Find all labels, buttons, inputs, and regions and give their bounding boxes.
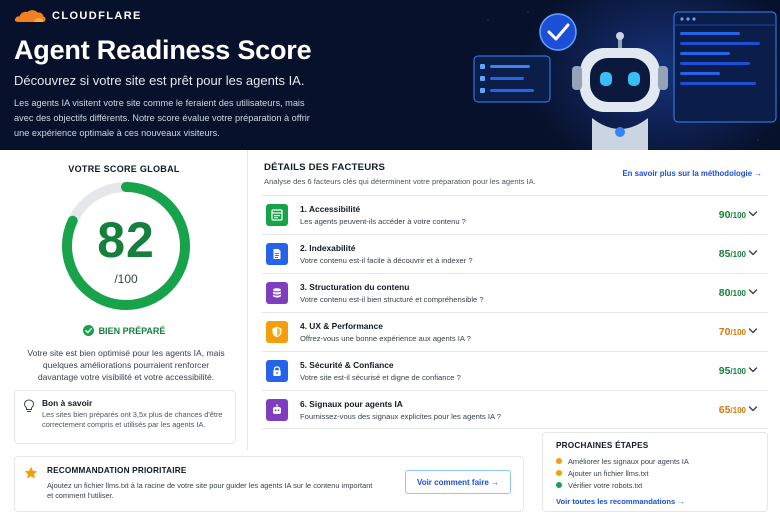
cloudflare-cloud-icon: [14, 10, 46, 22]
brand-logo[interactable]: CLOUDFLARE: [14, 9, 142, 23]
factor-score-value: 85: [718, 248, 731, 260]
chevron-down-icon[interactable]: [748, 405, 758, 413]
factor-text: 1. Accessibilité Les agents peuvent-ils a…: [300, 204, 719, 226]
factor-score: 95/100: [719, 365, 746, 377]
bullet-dot-icon: [556, 458, 562, 464]
factor-name: 4. UX & Performance: [300, 321, 383, 331]
score-description: Votre site est bien optimisé pour les ag…: [27, 348, 225, 382]
hero-description: Les agents IA visitent votre site comme …: [14, 98, 310, 138]
hero-banner: CLOUDFLARE Agent Readiness Score Découvr…: [0, 0, 780, 150]
next-step-label: Ajouter un fichier llms.txt: [568, 468, 649, 478]
next-steps-list: Améliorer les signaux pour agents IA Ajou…: [556, 455, 689, 491]
next-step-item: Ajouter un fichier llms.txt: [556, 467, 689, 479]
factor-row[interactable]: 3. Structuration du contenu Votre contenu…: [262, 273, 768, 312]
factor-name: 2. Indexabilité: [300, 243, 356, 253]
factor-text: 5. Sécurité & Confiance Votre site est-il…: [300, 360, 719, 382]
score-denominator: /100: [114, 272, 138, 286]
factor-question: Votre contenu est-il bien structuré et c…: [300, 295, 484, 304]
factor-text: 4. UX & Performance Offrez-vous une bonne…: [300, 321, 719, 343]
page-title: Agent Readiness Score: [14, 35, 312, 65]
bullet-dot-icon: [556, 470, 562, 476]
factor-list: 1. Accessibilité Les agents peuvent-ils a…: [262, 195, 768, 429]
overall-score-panel: VOTRE SCORE GLOBAL 82 /100 BIEN PRÉPARÉ …: [0, 150, 248, 450]
chevron-down-icon[interactable]: [748, 288, 758, 296]
factor-text: 2. Indexabilité Votre contenu est-il faci…: [300, 243, 719, 265]
factor-row[interactable]: 6. Signaux pour agents IA Fournissez-vous…: [262, 390, 768, 429]
next-steps-title: PROCHAINES ÉTAPES: [556, 441, 649, 450]
tip-text: Les sites bien préparés ont 3,5x plus de…: [42, 410, 223, 429]
check-circle-icon: [82, 325, 94, 336]
score-value: 82: [97, 212, 155, 268]
factors-title: DÉTAILS DES FACTEURS: [264, 162, 386, 173]
factor-question: Votre contenu est-il facile à découvrir …: [300, 256, 473, 265]
next-step-item: Vérifier votre robots.txt: [556, 479, 689, 491]
factors-subtitle: Analyse des 6 facteurs clés qui détermin…: [264, 177, 536, 186]
factor-score-value: 65: [718, 403, 731, 416]
factor-score-value: 70: [718, 326, 731, 338]
factor-score-denominator: /100: [730, 289, 746, 298]
factor-row[interactable]: 1. Accessibilité Les agents peuvent-ils a…: [262, 195, 768, 234]
recommendation-title: RECOMMANDATION PRIORITAIRE: [47, 466, 187, 475]
factor-score-denominator: /100: [730, 405, 746, 415]
star-icon: [24, 466, 38, 479]
factor-name: 3. Structuration du contenu: [300, 282, 410, 292]
score-title: VOTRE SCORE GLOBAL: [68, 164, 180, 174]
tip-title: Bon à savoir: [42, 398, 93, 408]
factor-question: Les agents peuvent-ils accéder à votre c…: [300, 217, 466, 226]
factor-score-denominator: /100: [730, 328, 746, 337]
recommendation-text: Ajoutez un fichier llms.txt à la racine …: [47, 481, 373, 500]
status-label: BIEN PRÉPARÉ: [98, 325, 166, 336]
factor-score-value: 90: [718, 209, 731, 221]
brand-name: CLOUDFLARE: [52, 10, 142, 22]
page-subtitle: Découvrez si votre site est prêt pour le…: [14, 73, 305, 88]
priority-recommendation-card: RECOMMANDATION PRIORITAIRE Ajoutez un fi…: [14, 456, 524, 512]
next-steps-card: PROCHAINES ÉTAPES Améliorer les signaux …: [542, 432, 768, 512]
all-recommendations-link[interactable]: Voir toutes les recommandations →: [556, 497, 685, 506]
chevron-down-icon[interactable]: [748, 249, 758, 257]
bullet-dot-icon: [556, 482, 562, 488]
chevron-down-icon[interactable]: [748, 366, 758, 374]
factor-question: Fournissez-vous des signaux explicites p…: [300, 411, 501, 421]
document-icon: [266, 243, 288, 265]
factor-text: 6. Signaux pour agents IA Fournissez-vous…: [300, 399, 719, 421]
factor-question: Votre site est-il sécurisé et digne de c…: [300, 373, 461, 382]
factor-name: 5. Sécurité & Confiance: [300, 360, 394, 370]
lock-icon: [266, 360, 288, 382]
shield-icon: [266, 321, 288, 343]
see-how-button[interactable]: Voir comment faire →: [405, 470, 511, 494]
factor-row[interactable]: 5. Sécurité & Confiance Votre site est-il…: [262, 351, 768, 390]
factor-text: 3. Structuration du contenu Votre contenu…: [300, 282, 719, 304]
grid-window-icon: [266, 204, 288, 226]
factor-score: 65/100: [719, 404, 746, 416]
factor-name: 6. Signaux pour agents IA: [300, 398, 403, 409]
factor-name: 1. Accessibilité: [300, 204, 361, 214]
lightbulb-icon: [23, 399, 35, 412]
robot-icon: [266, 398, 288, 421]
database-icon: [266, 282, 288, 304]
factor-score-denominator: /100: [730, 250, 746, 259]
methodology-link[interactable]: En savoir plus sur la méthodologie →: [622, 169, 762, 178]
factor-score: 85/100: [719, 248, 746, 260]
chevron-down-icon[interactable]: [748, 210, 758, 218]
next-step-label: Améliorer les signaux pour agents IA: [568, 456, 689, 466]
factor-row[interactable]: 2. Indexabilité Votre contenu est-il faci…: [262, 234, 768, 273]
factor-score: 70/100: [719, 326, 746, 338]
next-step-item: Améliorer les signaux pour agents IA: [556, 455, 689, 467]
factor-score-value: 95: [718, 365, 731, 377]
factor-score: 80/100: [719, 287, 746, 299]
status-badge: BIEN PRÉPARÉ: [0, 325, 248, 336]
robot-illustration: [473, 11, 777, 150]
tip-card: Bon à savoir Les sites bien préparés ont…: [14, 390, 236, 444]
next-step-label: Vérifier votre robots.txt: [568, 480, 643, 490]
factor-score: 90/100: [719, 209, 746, 221]
factor-row[interactable]: 4. UX & Performance Offrez-vous une bonne…: [262, 312, 768, 351]
factor-score-denominator: /100: [730, 367, 746, 376]
factor-score-denominator: /100: [730, 211, 746, 220]
factor-score-value: 80: [718, 287, 731, 299]
chevron-down-icon[interactable]: [748, 327, 758, 335]
factor-question: Offrez-vous une bonne expérience aux age…: [300, 334, 471, 343]
